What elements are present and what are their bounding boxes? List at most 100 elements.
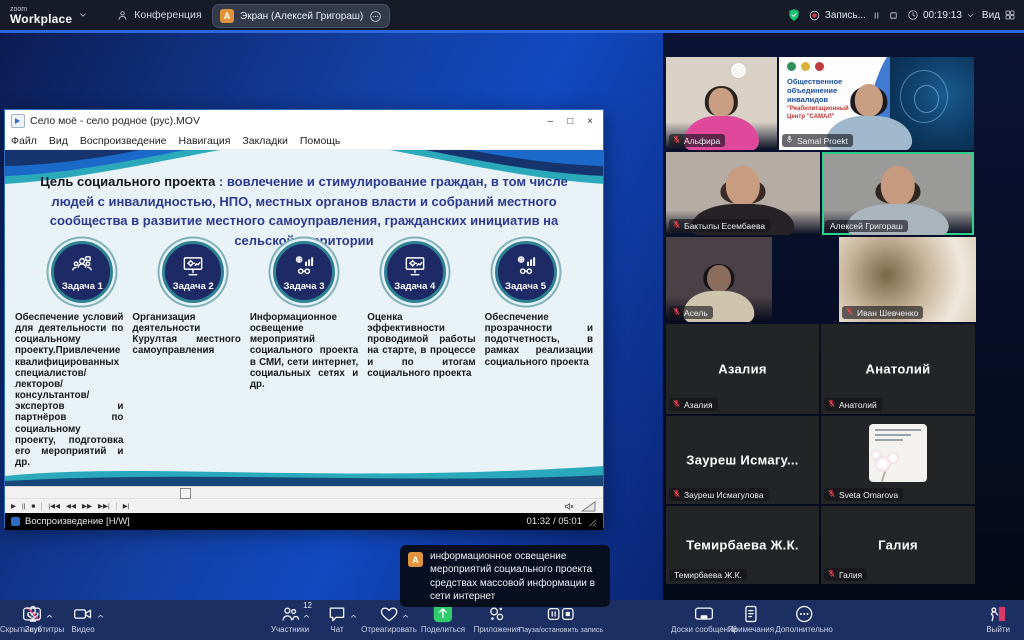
player-menu-item[interactable]: Помощь bbox=[294, 135, 347, 147]
participant-tile[interactable]: АзалияАзалия bbox=[666, 324, 819, 414]
volume-slider[interactable] bbox=[581, 501, 597, 512]
task-label: Задача 4 bbox=[394, 281, 435, 292]
recording-indicator: Запись... bbox=[808, 9, 900, 22]
player-menu-item[interactable]: Закладки bbox=[236, 135, 293, 147]
profile-avatar bbox=[869, 424, 927, 482]
player-title-bar[interactable]: Село моё - село родное (рус).MOV – □ × bbox=[5, 110, 603, 132]
task-circle: Задача 1 bbox=[51, 241, 113, 303]
player-pause-button[interactable]: || bbox=[22, 503, 25, 510]
player-app-icon bbox=[11, 114, 25, 128]
participant-tile[interactable]: Альфира bbox=[666, 57, 777, 150]
player-menu-item[interactable]: Воспроизведение bbox=[74, 135, 173, 147]
gallery-row: Зауреш Исмагу...Зауреш Исмагулова Sveta O… bbox=[666, 416, 976, 504]
gallery-row: АзалияАзалияАнатолийАнатолий bbox=[666, 324, 976, 414]
participant-tile[interactable]: ГалияГалия bbox=[821, 506, 975, 584]
shared-screen-area: Село моё - село родное (рус).MOV – □ × Ф… bbox=[0, 33, 663, 600]
participant-tile[interactable]: Sveta Omarova bbox=[821, 416, 975, 504]
player-skip-forward-button[interactable]: ▶▶| bbox=[98, 502, 110, 510]
player-menu-item[interactable]: Файл bbox=[5, 135, 43, 147]
participant-tile[interactable]: Бактылы Есембаева bbox=[666, 152, 820, 235]
task-label: Задача 2 bbox=[173, 281, 214, 292]
gallery-row: Темирбаева Ж.К.Темирбаева Ж.К.ГалияГалия bbox=[666, 506, 976, 584]
chat-icon bbox=[327, 600, 347, 624]
seek-handle[interactable] bbox=[180, 488, 191, 499]
monitor-icon bbox=[180, 253, 206, 279]
task-description: Организация деятельности Курултая местно… bbox=[132, 312, 240, 468]
muted-mic-icon bbox=[672, 399, 681, 410]
close-button[interactable]: × bbox=[587, 116, 593, 127]
pause-recording-button[interactable] bbox=[870, 9, 883, 22]
chevron-up-icon[interactable] bbox=[96, 608, 105, 626]
gallery-row: Асель Иван Шевченко bbox=[666, 237, 976, 322]
mute-speaker-icon[interactable] bbox=[563, 501, 575, 512]
chevron-up-icon[interactable] bbox=[302, 608, 311, 626]
chevron-up-icon[interactable] bbox=[401, 608, 410, 626]
chevron-down-icon[interactable] bbox=[78, 10, 88, 20]
participants-gallery: АльфираОбщественное объединение инвалидо… bbox=[663, 33, 1024, 600]
player-stop-button[interactable]: ■ bbox=[31, 503, 35, 510]
task-label: Задача 5 bbox=[505, 281, 546, 292]
seek-bar[interactable] bbox=[5, 486, 603, 498]
view-button[interactable]: Вид bbox=[982, 9, 1016, 21]
toolbar-captions-button[interactable]: CCСкрыть субтитры bbox=[0, 600, 64, 640]
toolbar-notes-label: Примечания bbox=[728, 626, 774, 634]
muted-mic-icon bbox=[672, 489, 681, 500]
toolbar-more-button[interactable]: Дополнительно bbox=[775, 600, 833, 640]
conference-tab[interactable]: Конференция bbox=[116, 9, 201, 22]
task-label: Задача 1 bbox=[62, 281, 103, 292]
toolbar-leave-button[interactable]: Выйти bbox=[986, 600, 1010, 640]
participant-tile[interactable]: Темирбаева Ж.К.Темирбаева Ж.К. bbox=[666, 506, 819, 584]
player-rewind-button[interactable]: ◀◀ bbox=[66, 502, 76, 510]
more-icon bbox=[794, 600, 814, 624]
stop-recording-button[interactable] bbox=[887, 9, 900, 22]
camera-icon bbox=[72, 600, 94, 624]
grid-view-icon bbox=[1004, 9, 1016, 21]
chevron-up-icon[interactable] bbox=[45, 608, 54, 626]
gallery-row: Бактылы Есембаева Алексей Григораш bbox=[666, 152, 976, 235]
toolbar-notes-button[interactable]: Примечания bbox=[728, 600, 774, 640]
player-skip-back-button[interactable]: |◀◀ bbox=[48, 502, 60, 510]
toolbar-participants-button[interactable]: 12Участники bbox=[271, 600, 309, 640]
minimize-button[interactable]: – bbox=[548, 116, 554, 127]
tab-more-icon[interactable] bbox=[369, 10, 382, 23]
participant-tile[interactable]: Общественное объединение инвалидов"Реаби… bbox=[779, 57, 974, 150]
toolbar-record-label: Пауза/остановить запись bbox=[519, 626, 603, 633]
task-texts-row: Обеспечение условий для деятельности по … bbox=[15, 312, 593, 468]
participant-tile[interactable]: Алексей Григораш bbox=[822, 152, 974, 235]
clock-icon bbox=[907, 9, 919, 21]
participant-tile[interactable]: Иван Шевченко bbox=[839, 237, 976, 322]
mic-icon bbox=[785, 135, 794, 146]
player-play-button[interactable]: ▶ bbox=[11, 502, 16, 510]
shared-screen-tab[interactable]: А Экран (Алексей Григораш) bbox=[212, 4, 390, 28]
logo-workplace-text: Workplace bbox=[10, 13, 72, 25]
participant-name-label: Галия bbox=[824, 568, 867, 581]
participant-name-label: Sveta Omarova bbox=[824, 488, 903, 501]
toolbar-chat-button[interactable]: Чат bbox=[327, 600, 347, 640]
toolbar-video-button[interactable]: Видео bbox=[60, 600, 106, 640]
toolbar-participants-label: Участники bbox=[271, 626, 309, 634]
participant-name-label: Бактылы Есембаева bbox=[669, 219, 770, 232]
resize-grip[interactable] bbox=[587, 517, 597, 527]
maximize-button[interactable]: □ bbox=[567, 116, 573, 127]
participant-tile[interactable]: АнатолийАнатолий bbox=[821, 324, 975, 414]
task-circles-row: Задача 1 Задача 2 Задача 3 Задача 4 Задача 5 bbox=[5, 241, 603, 303]
toolbar-more-label: Дополнительно bbox=[775, 626, 833, 634]
meeting-timer: 00:19:13 bbox=[907, 9, 975, 21]
player-menu-item[interactable]: Вид bbox=[43, 135, 74, 147]
participant-name-label: Азалия bbox=[669, 398, 718, 411]
recording-label: Запись... bbox=[825, 10, 866, 21]
participant-display-name: Анатолий bbox=[866, 362, 931, 377]
zoom-workplace-logo: zoom Workplace bbox=[10, 6, 72, 25]
muted-mic-icon bbox=[827, 489, 836, 500]
participant-tile[interactable]: Асель bbox=[666, 237, 772, 322]
task-circle: Задача 4 bbox=[384, 241, 446, 303]
chevron-down-icon[interactable] bbox=[966, 11, 975, 20]
participant-name-label: Асель bbox=[669, 306, 713, 319]
player-fast-forward-button[interactable]: ▶▶ bbox=[82, 502, 92, 510]
task-circle: Задача 3 bbox=[273, 241, 335, 303]
muted-mic-icon bbox=[845, 307, 854, 318]
participant-tile[interactable]: Зауреш Исмагу...Зауреш Исмагулова bbox=[666, 416, 819, 504]
player-menu-item[interactable]: Навигация bbox=[173, 135, 237, 147]
player-step-button[interactable]: ▶| bbox=[123, 502, 130, 510]
chevron-up-icon[interactable] bbox=[349, 608, 358, 626]
